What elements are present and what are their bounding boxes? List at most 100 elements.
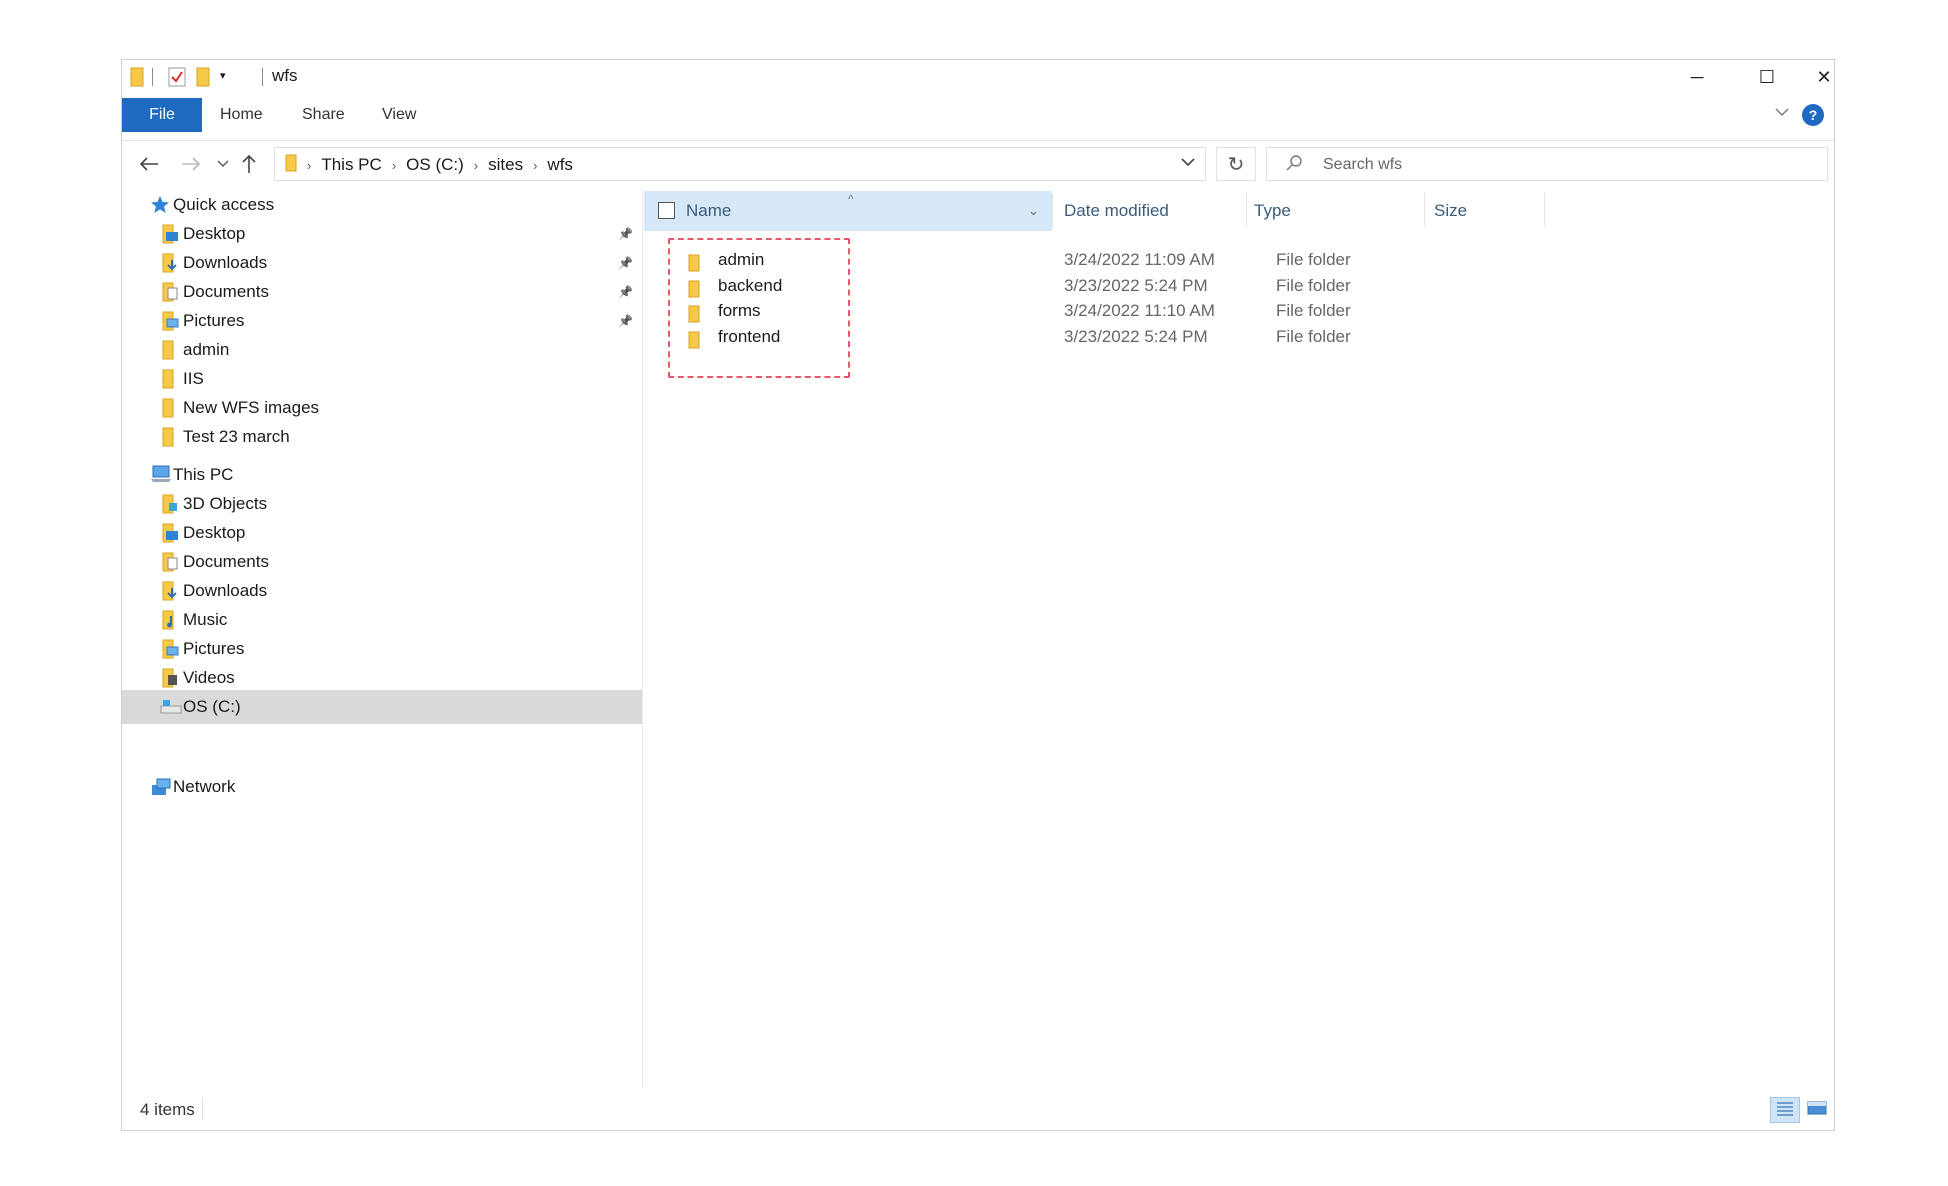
- folder-icon: [160, 398, 180, 418]
- breadcrumb-chevron-icon[interactable]: ›: [303, 158, 315, 173]
- column-size-label: Size: [1434, 201, 1468, 220]
- nav-label: Desktop: [183, 523, 246, 542]
- new-folder-icon[interactable]: [196, 67, 210, 92]
- nav-label: OS (C:): [183, 697, 241, 716]
- folder-icon: [285, 154, 297, 177]
- large-icons-view-button[interactable]: [1802, 1097, 1832, 1123]
- documents-folder-icon: [160, 282, 180, 302]
- date-modified: 3/23/2022 5:24 PM: [1064, 326, 1208, 346]
- search-input[interactable]: [1321, 152, 1805, 178]
- address-bar[interactable]: › This PC › OS (C:) › sites › wfs: [274, 147, 1206, 181]
- search-box[interactable]: [1266, 147, 1828, 181]
- downloads-folder-icon: [160, 581, 180, 601]
- details-view-button[interactable]: [1770, 1097, 1800, 1123]
- star-icon: [150, 195, 170, 215]
- folder-icon: [688, 328, 700, 360]
- drive-icon: [160, 697, 182, 717]
- refresh-icon: ↻: [1227, 153, 1245, 176]
- nav-network[interactable]: Network: [122, 770, 642, 804]
- breadcrumb-sites[interactable]: sites: [482, 155, 529, 175]
- column-header-size[interactable]: Size: [1434, 191, 1544, 231]
- pin-icon[interactable]: 📌: [618, 285, 633, 299]
- select-all-checkbox[interactable]: [658, 202, 675, 219]
- column-header-type[interactable]: Type: [1254, 191, 1424, 231]
- customize-toolbar-dropdown-icon[interactable]: ▾: [220, 69, 226, 82]
- column-type-label: Type: [1254, 201, 1291, 220]
- status-bar: 4 items: [122, 1090, 1834, 1128]
- nav-label: Network: [173, 777, 236, 796]
- refresh-button[interactable]: ↻: [1216, 147, 1256, 181]
- breadcrumb-this-pc[interactable]: This PC: [315, 155, 387, 175]
- breadcrumb-chevron-icon[interactable]: ›: [470, 158, 482, 173]
- nav-label: Documents: [183, 282, 269, 301]
- divider: [262, 68, 263, 86]
- desktop-folder-icon: [160, 224, 180, 244]
- nav-label: IIS: [183, 369, 204, 388]
- nav-label: Music: [183, 610, 228, 629]
- up-arrow-icon[interactable]: [234, 149, 264, 179]
- file-name: frontend: [718, 326, 781, 346]
- sort-ascending-icon: ^: [848, 192, 854, 206]
- column-divider[interactable]: [1424, 193, 1425, 227]
- ribbon-tabs: File Home Share View ?: [122, 98, 1834, 132]
- nav-label: Pictures: [183, 639, 245, 658]
- tab-file[interactable]: File: [122, 98, 202, 132]
- item-count: 4 items: [140, 1100, 195, 1119]
- address-history-chevron-icon[interactable]: [1181, 154, 1195, 171]
- nav-label: Test 23 march: [183, 427, 290, 446]
- nav-item-test-23-march[interactable]: Test 23 march: [122, 420, 642, 454]
- table-row[interactable]: frontend 3/23/2022 5:24 PM File folder: [644, 321, 1544, 353]
- expand-ribbon-chevron-icon[interactable]: [1774, 104, 1790, 125]
- nav-label: Documents: [183, 552, 269, 571]
- nav-label: Downloads: [183, 581, 268, 600]
- window-title: wfs: [272, 66, 298, 85]
- tab-share[interactable]: Share: [286, 98, 361, 132]
- pictures-folder-icon: [160, 311, 180, 331]
- breadcrumb-wfs[interactable]: wfs: [541, 155, 579, 175]
- minimize-button[interactable]: ─: [1674, 60, 1720, 94]
- pin-icon[interactable]: 📌: [618, 227, 633, 241]
- properties-check-icon[interactable]: [168, 67, 186, 92]
- maximize-button[interactable]: ☐: [1744, 60, 1790, 94]
- pictures-folder-icon: [160, 639, 180, 659]
- tab-home[interactable]: Home: [204, 98, 279, 132]
- documents-folder-icon: [160, 552, 180, 572]
- forward-arrow-icon[interactable]: [176, 149, 206, 179]
- navigation-pane[interactable]: Quick access Desktop 📌 Downloads 📌 Documents…: [122, 188, 643, 1088]
- breadcrumb-os-c[interactable]: OS (C:): [400, 155, 470, 175]
- folder-icon: [160, 427, 180, 447]
- title-bar: ▾ wfs ─ ☐ ✕: [122, 60, 1834, 94]
- music-folder-icon: [160, 610, 180, 630]
- breadcrumb-chevron-icon[interactable]: ›: [529, 158, 541, 173]
- close-button[interactable]: ✕: [1814, 60, 1834, 94]
- nav-label: 3D Objects: [183, 494, 268, 513]
- network-icon: [150, 777, 171, 797]
- nav-label: Downloads: [183, 253, 268, 272]
- nav-label: New WFS images: [183, 398, 320, 417]
- column-name-label: Name: [686, 201, 732, 220]
- breadcrumb-chevron-icon[interactable]: ›: [388, 158, 400, 173]
- downloads-folder-icon: [160, 253, 180, 273]
- pin-icon[interactable]: 📌: [618, 314, 633, 328]
- column-filter-chevron-icon[interactable]: ⌄: [1028, 191, 1039, 231]
- file-list[interactable]: ^ Name ⌄ Date modified Type Size admin 3/…: [644, 188, 1834, 1088]
- 3d-objects-folder-icon: [160, 494, 180, 514]
- tab-view[interactable]: View: [366, 98, 432, 132]
- back-arrow-icon[interactable]: [134, 149, 164, 179]
- nav-item-os-c[interactable]: OS (C:): [122, 690, 642, 724]
- pin-icon[interactable]: 📌: [618, 256, 633, 270]
- help-button[interactable]: ?: [1802, 104, 1824, 126]
- details-view-icon: [1775, 1100, 1795, 1121]
- column-divider[interactable]: [1544, 193, 1545, 227]
- nav-label: This PC: [173, 465, 234, 484]
- column-header-date-modified[interactable]: Date modified: [1058, 191, 1228, 231]
- desktop-folder-icon: [160, 523, 180, 543]
- address-row: › This PC › OS (C:) › sites › wfs ↻: [122, 140, 1834, 187]
- divider: [152, 68, 153, 86]
- column-header-name[interactable]: ^ Name ⌄: [644, 191, 1052, 231]
- folder-icon: [160, 369, 180, 389]
- search-icon: [1285, 154, 1303, 177]
- column-divider[interactable]: [1246, 193, 1247, 227]
- column-date-label: Date modified: [1064, 201, 1169, 220]
- column-divider[interactable]: [1052, 193, 1053, 227]
